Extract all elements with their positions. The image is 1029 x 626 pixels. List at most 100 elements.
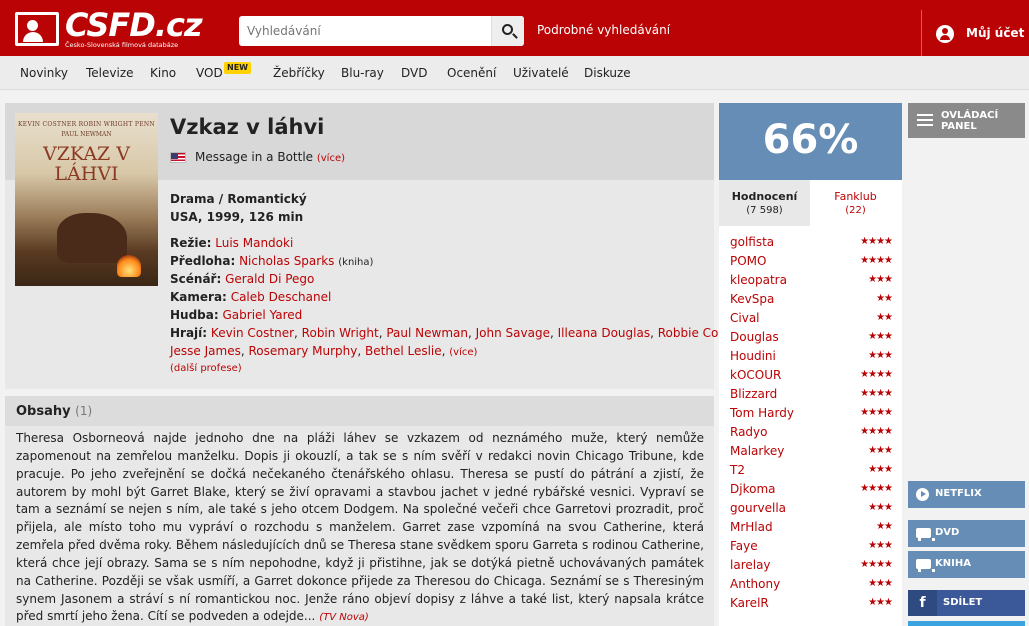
rating-row: Blizzard ★★★★ [719,386,902,405]
user-link[interactable]: POMO [730,254,766,268]
user-link[interactable]: gourvella [730,501,786,515]
search-box [239,16,524,46]
search-input[interactable] [239,16,491,46]
star-rating-icon: ★★★★ [860,369,893,380]
alt-title-text: Message in a Bottle [195,150,314,164]
source-link[interactable]: Nicholas Sparks [239,254,334,268]
plot-title-text: Obsahy [16,404,71,419]
csfd-logo[interactable]: CSFD.cz Česko-Slovenská filmová databáze [15,6,203,50]
poster-cast-line-2: PAUL NEWMAN [61,131,112,138]
facebook-share-button[interactable]: f SDÍLET [908,590,1025,616]
credit-cast: Hrají: Kevin Costner, Robin Wright, Paul… [170,326,754,340]
logo-subtitle: Česko-Slovenská filmová databáze [65,41,179,49]
nav-bluray[interactable]: Blu-ray [341,66,384,80]
cast-link[interactable]: Jesse James [170,344,241,358]
star-rating-icon: ★★★ [868,331,893,342]
advanced-search-link[interactable]: Podrobné vyhledávání [537,23,670,37]
writer-label: Scénář: [170,272,222,286]
cast-link[interactable]: Paul Newman [386,326,468,340]
cast-link[interactable]: Kevin Costner [211,326,294,340]
user-link[interactable]: golfista [730,235,774,249]
star-rating-icon: ★★★ [868,445,893,456]
cast-link[interactable]: Illeana Douglas [558,326,650,340]
user-link[interactable]: Anthony [730,577,780,591]
plot-body: Theresa Osborneová najde jednoho dne na … [16,431,704,624]
plot-count: (1) [75,404,93,418]
user-link[interactable]: Houdini [730,349,776,363]
nav-oceneni[interactable]: Ocenění [447,66,496,80]
cast-link[interactable]: Bethel Leslie [365,344,442,358]
cast-more-link[interactable]: (více) [449,347,477,358]
source-note: (kniha) [338,257,374,268]
netflix-button[interactable]: NETFLIX [908,481,1025,508]
user-link[interactable]: Malarkey [730,444,784,458]
plot-title: Obsahy (1) [16,404,92,419]
tab-ratings[interactable]: Hodnocení (7 598) [719,180,810,226]
other-professions-link[interactable]: (další profese) [170,363,242,374]
rating-row: larelay ★★★★ [719,557,902,576]
music-link[interactable]: Gabriel Yared [223,308,303,322]
star-rating-icon: ★★★★ [860,255,893,266]
camera-link[interactable]: Caleb Deschanel [231,290,332,304]
poster-figures [57,213,127,263]
user-link[interactable]: Djkoma [730,482,775,496]
tab-fanclub-count: (22) [845,205,866,216]
account-button[interactable]: Můj účet [921,10,1029,56]
cast-link[interactable]: John Savage [476,326,550,340]
user-link[interactable]: Radyo [730,425,768,439]
nav-novinky[interactable]: Novinky [20,66,68,80]
user-link[interactable]: KarelR [730,596,769,610]
rating-row: Houdini ★★★ [719,348,902,367]
music-label: Hudba: [170,308,219,322]
top-header: CSFD.cz Česko-Slovenská filmová databáze… [0,0,1029,56]
movie-poster[interactable]: KEVIN COSTNER ROBIN WRIGHT PENN PAUL NEW… [15,113,158,286]
user-link[interactable]: Tom Hardy [730,406,794,420]
cast-link[interactable]: Robin Wright [302,326,379,340]
plot-source[interactable]: (TV Nova) [319,612,369,623]
credit-camera: Kamera: Caleb Deschanel [170,290,331,304]
tab-ratings-label: Hodnocení [731,190,798,203]
dvd-button[interactable]: DVD [908,520,1025,547]
user-link[interactable]: Douglas [730,330,779,344]
user-link[interactable]: kOCOUR [730,368,781,382]
user-link[interactable]: Blizzard [730,387,777,401]
movie-title: Vzkaz v láhvi [170,115,325,139]
nav-uzivatele[interactable]: Uživatelé [513,66,569,80]
star-rating-icon: ★★★ [868,274,893,285]
search-button[interactable] [491,16,524,46]
film-logo-icon [15,12,59,46]
user-link[interactable]: MrHlad [730,520,773,534]
star-rating-icon: ★★★★ [860,559,893,570]
tab-fanclub[interactable]: Fanklub (22) [810,180,901,226]
star-rating-icon: ★★★★ [860,388,893,399]
nav-zebricky[interactable]: Žebříčky [273,66,325,80]
control-panel-button[interactable]: OVLÁDACÍ PANEL [908,103,1025,138]
nav-dvd[interactable]: DVD [401,66,427,80]
user-link[interactable]: kleopatra [730,273,787,287]
nav-vod[interactable]: VOD [196,66,223,80]
alt-title-more-link[interactable]: (více) [317,153,345,164]
user-link[interactable]: larelay [730,558,771,572]
star-rating-icon: ★★★★ [860,236,893,247]
user-link[interactable]: KevSpa [730,292,774,306]
rating-row: Faye ★★★ [719,538,902,557]
user-link[interactable]: Cival [730,311,760,325]
rating-box: 66% [719,103,902,180]
nav-diskuze[interactable]: Diskuze [584,66,631,80]
cast-link[interactable]: Rosemary Murphy [248,344,357,358]
star-rating-icon: ★★★ [868,502,893,513]
user-link[interactable]: Faye [730,539,758,553]
twitter-share-button[interactable] [908,621,1025,626]
book-button[interactable]: KNIHA [908,551,1025,578]
writer-link[interactable]: Gerald Di Pego [225,272,314,286]
tab-ratings-count: (7 598) [746,205,783,216]
rating-row: Anthony ★★★ [719,576,902,595]
star-rating-icon: ★★ [876,312,893,323]
new-badge: NEW [224,62,251,74]
user-link[interactable]: T2 [730,463,745,477]
director-link[interactable]: Luis Mandoki [215,236,293,250]
nav-kino[interactable]: Kino [150,66,176,80]
rating-row: Malarkey ★★★ [719,443,902,462]
nav-televize[interactable]: Televize [86,66,134,80]
rating-row: Douglas ★★★ [719,329,902,348]
